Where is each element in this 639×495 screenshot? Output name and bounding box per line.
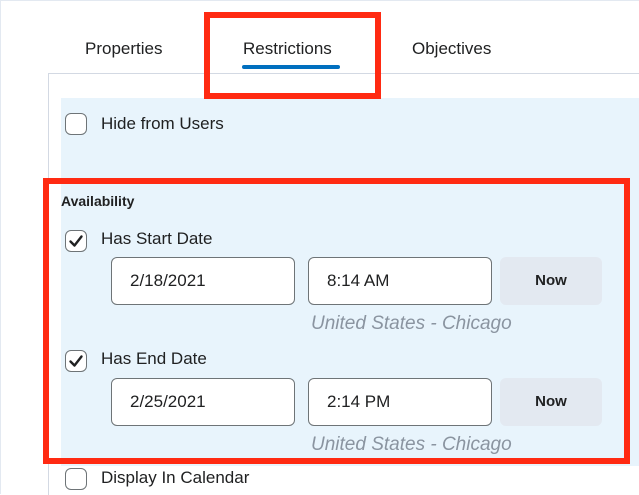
hide-from-users-checkbox[interactable] <box>65 113 87 135</box>
display-in-calendar-checkbox[interactable] <box>65 468 87 490</box>
tab-objectives[interactable]: Objectives <box>412 39 491 59</box>
end-timezone-label: United States - Chicago <box>311 434 512 455</box>
start-time-input[interactable]: 8:14 AM <box>308 257 492 305</box>
has-end-date-label: Has End Date <box>101 349 207 368</box>
start-timezone-label: United States - Chicago <box>311 313 512 334</box>
has-start-date-label: Has Start Date <box>101 229 213 248</box>
hide-from-users-label: Hide from Users <box>101 114 224 133</box>
has-end-date-checkbox[interactable] <box>65 350 87 372</box>
availability-heading: Availability <box>61 193 135 209</box>
checkmark-icon <box>69 235 83 247</box>
checkmark-icon <box>69 355 83 367</box>
active-tab-indicator <box>242 65 340 69</box>
end-now-button[interactable]: Now <box>500 378 602 426</box>
tab-properties[interactable]: Properties <box>85 39 162 59</box>
has-start-date-checkbox[interactable] <box>65 230 87 252</box>
end-time-input[interactable]: 2:14 PM <box>308 378 492 426</box>
start-now-button[interactable]: Now <box>500 257 602 305</box>
display-in-calendar-label: Display In Calendar <box>101 468 250 487</box>
tab-restrictions[interactable]: Restrictions <box>243 39 332 59</box>
left-divider <box>0 0 1 494</box>
start-date-input[interactable]: 2/18/2021 <box>111 257 295 305</box>
top-divider <box>0 0 639 1</box>
end-date-input[interactable]: 2/25/2021 <box>111 378 295 426</box>
